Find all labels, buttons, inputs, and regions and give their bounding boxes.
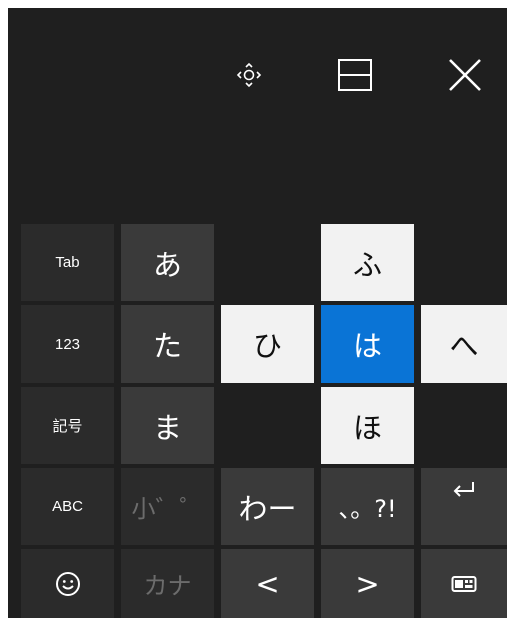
flick-left-label: ひ — [252, 329, 282, 363]
abc-key[interactable]: ABC — [21, 468, 114, 545]
enter-icon — [453, 482, 474, 497]
cursor-right-key[interactable]: > — [321, 549, 414, 618]
close-button[interactable] — [430, 40, 500, 110]
katakana-key-label: カナ — [143, 572, 192, 600]
tab-key-label: Tab — [55, 254, 80, 271]
cursor-right-label: > — [355, 566, 380, 601]
katakana-key[interactable]: カナ — [121, 549, 214, 618]
close-icon — [449, 59, 481, 91]
symbols-key[interactable]: 記号 — [21, 387, 114, 464]
small-dakuten-key-label: 小゛゜ — [131, 495, 204, 523]
keyboard-icon — [451, 575, 477, 592]
flick-up-fu[interactable]: ふ — [321, 224, 414, 301]
cursor-left-key[interactable]: < — [221, 549, 314, 618]
smiley-icon — [55, 571, 80, 596]
wa-key-label: わー — [238, 491, 297, 526]
symbols-key-label: 記号 — [52, 418, 83, 435]
flick-left-hi[interactable]: ひ — [221, 305, 314, 383]
tab-key[interactable]: Tab — [21, 224, 114, 301]
abc-key-label: ABC — [52, 498, 83, 515]
flick-down-label: ほ — [352, 410, 382, 445]
number-key[interactable]: 123 — [21, 305, 114, 383]
ma-key-label: ま — [152, 410, 182, 445]
keyboard-layout-key[interactable] — [421, 549, 507, 618]
enter-key[interactable] — [421, 468, 507, 545]
small-dakuten-key[interactable]: 小゛゜ — [121, 468, 214, 545]
flick-center-ha[interactable]: は — [321, 305, 414, 383]
flick-right-label: へ — [449, 329, 479, 363]
keyboard-panel: Tab あ ふ 123 た ひ は へ 記号 ま ほ ABC 小゛゜ わー 、。… — [8, 8, 507, 618]
flick-down-ho[interactable]: ほ — [321, 387, 414, 464]
move-icon — [236, 62, 262, 88]
flick-center-label: は — [352, 329, 382, 363]
move-button[interactable] — [214, 40, 284, 110]
emoji-key[interactable] — [21, 549, 114, 618]
cursor-left-label: < — [255, 566, 280, 601]
wa-key[interactable]: わー — [221, 468, 314, 545]
flick-up-label: ふ — [352, 247, 382, 282]
dock-button[interactable] — [320, 40, 390, 110]
number-key-label: 123 — [54, 335, 81, 353]
ma-key[interactable]: ま — [121, 387, 214, 464]
dock-icon — [338, 59, 372, 91]
a-key-label: あ — [152, 247, 182, 282]
punctuation-key-label: 、。?! — [338, 495, 397, 523]
punctuation-key[interactable]: 、。?! — [321, 468, 414, 545]
flick-right-he[interactable]: へ — [421, 305, 507, 383]
ta-key[interactable]: た — [121, 305, 214, 383]
ta-key-label: た — [152, 329, 182, 363]
a-key[interactable]: あ — [121, 224, 214, 301]
